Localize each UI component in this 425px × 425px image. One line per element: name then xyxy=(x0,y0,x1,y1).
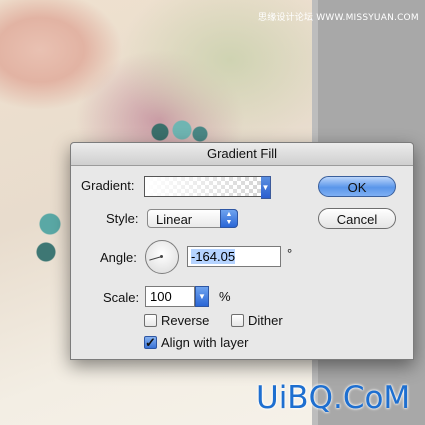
dither-label: Dither xyxy=(248,313,283,328)
site-watermark-top: 思缘设计论坛 WWW.MISSYUAN.COM xyxy=(258,13,419,23)
gradient-label: Gradient: xyxy=(81,178,135,193)
dialog-title: Gradient Fill xyxy=(71,143,413,166)
gradient-swatch[interactable] xyxy=(144,176,262,197)
ok-button[interactable]: OK xyxy=(318,176,396,197)
reverse-checkbox[interactable] xyxy=(144,314,157,327)
scale-input[interactable]: 100 xyxy=(145,286,195,307)
necklace-beads-lower xyxy=(30,210,70,280)
gradient-fill-dialog: Gradient Fill Gradient: ▼ OK Cancel Styl… xyxy=(70,142,414,360)
align-with-layer-label: Align with layer xyxy=(161,335,249,350)
style-select-value: Linear xyxy=(156,212,193,227)
site-watermark-logo: UiBQ.CoM xyxy=(256,380,411,416)
scale-value: 100 xyxy=(150,289,172,304)
triangle-down-icon: ▼ xyxy=(261,183,270,192)
dither-checkbox[interactable] xyxy=(231,314,244,327)
gradient-dropdown-button[interactable]: ▼ xyxy=(261,176,271,199)
triangle-down-icon: ▼ xyxy=(198,292,206,301)
degree-symbol: ° xyxy=(287,246,293,261)
scale-label: Scale: xyxy=(103,290,140,305)
angle-input[interactable]: -164.05 xyxy=(187,246,281,267)
scale-dropdown-button[interactable]: ▼ xyxy=(195,286,209,307)
checkmark-icon: ✓ xyxy=(145,335,156,350)
dial-needle-icon xyxy=(149,256,162,261)
reverse-label: Reverse xyxy=(161,313,210,328)
align-with-layer-checkbox[interactable]: ✓ xyxy=(144,336,157,349)
up-down-arrows-icon: ▲ ▼ xyxy=(220,209,238,228)
cancel-button[interactable]: Cancel xyxy=(318,208,396,229)
style-label: Style: xyxy=(106,211,139,226)
angle-label: Angle: xyxy=(100,250,137,265)
percent-symbol: % xyxy=(219,289,231,304)
angle-value: -164.05 xyxy=(191,249,236,264)
style-select[interactable]: Linear ▲ ▼ xyxy=(147,209,238,228)
angle-dial[interactable] xyxy=(145,240,179,274)
